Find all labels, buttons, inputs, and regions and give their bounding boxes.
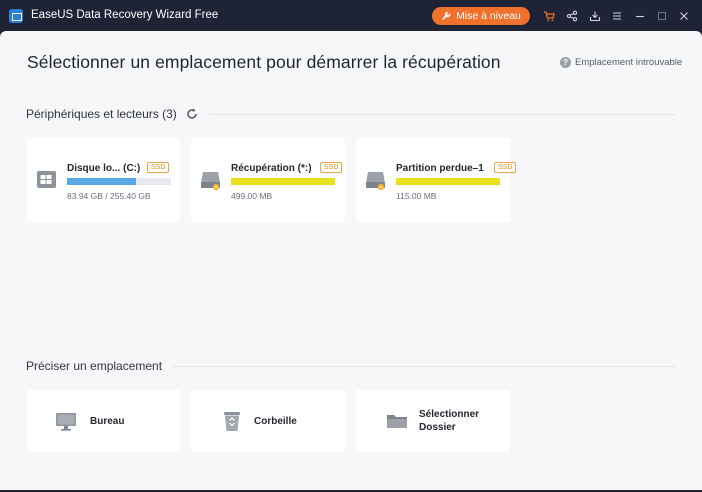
drive-card-recovery[interactable]: Récupération (*:) SSD 499.00 MB xyxy=(191,138,345,222)
monitor-icon xyxy=(56,413,76,431)
app-title: EaseUS Data Recovery Wizard Free xyxy=(31,9,219,21)
download-icon[interactable] xyxy=(589,10,601,22)
hard-drive-icon xyxy=(201,172,220,190)
cart-icon[interactable] xyxy=(543,10,555,22)
title-bar: EaseUS Data Recovery Wizard Free Mise à … xyxy=(0,0,702,31)
upgrade-button[interactable]: Mise à niveau xyxy=(432,7,530,25)
drive-usage: 115.00 MB xyxy=(396,191,437,201)
usage-bar xyxy=(396,178,500,185)
section-divider xyxy=(210,114,676,115)
usage-bar-fill xyxy=(396,178,500,185)
drive-card-lost-partition[interactable]: Partition perdue–1 SSD 115.00 MB xyxy=(356,138,517,222)
folder-icon xyxy=(387,415,407,428)
usage-bar xyxy=(231,178,335,185)
page-title: Sélectionner un emplacement pour démarre… xyxy=(27,52,501,72)
location-not-found-link[interactable]: ? Emplacement introuvable xyxy=(560,57,682,68)
location-card-select-folder[interactable]: Sélectionner Dossier xyxy=(356,390,510,452)
drive-name: Partition perdue–1 xyxy=(396,163,484,174)
drive-card-c[interactable]: Disque lo... (C:) SSD 83.94 GB / 255.40 … xyxy=(27,138,180,222)
main-panel: Sélectionner un emplacement pour démarre… xyxy=(0,31,702,490)
menu-icon[interactable] xyxy=(611,10,623,22)
drive-name: Disque lo... (C:) xyxy=(67,163,141,174)
ssd-badge: SSD xyxy=(147,162,170,173)
upgrade-button-label: Mise à niveau xyxy=(456,10,521,22)
ssd-badge: SSD xyxy=(320,162,343,173)
drive-usage: 83.94 GB / 255.40 GB xyxy=(67,191,151,201)
app-logo-icon xyxy=(9,9,23,23)
devices-section-title: Périphériques et lecteurs (3) xyxy=(26,107,177,121)
drive-name: Récupération (*:) xyxy=(231,163,312,174)
location-label: Corbeille xyxy=(254,416,297,427)
ssd-badge: SSD xyxy=(494,162,517,173)
location-label: Sélectionner Dossier xyxy=(419,409,480,433)
wrench-icon xyxy=(442,11,451,20)
section-divider xyxy=(172,366,676,367)
maximize-icon[interactable] xyxy=(656,10,668,22)
help-icon: ? xyxy=(560,57,571,68)
location-card-recycle-bin[interactable]: Corbeille xyxy=(191,390,345,452)
recycle-bin-icon xyxy=(224,412,240,431)
location-label: Bureau xyxy=(90,416,125,427)
locations-section-title: Préciser un emplacement xyxy=(26,359,163,373)
usage-bar-fill xyxy=(231,178,335,185)
close-icon[interactable] xyxy=(678,10,690,22)
minimize-icon[interactable] xyxy=(634,10,646,22)
usage-bar xyxy=(67,178,171,185)
windows-drive-icon xyxy=(37,171,56,188)
refresh-icon[interactable] xyxy=(185,107,199,121)
drive-usage: 499.00 MB xyxy=(231,191,273,201)
hard-drive-icon xyxy=(366,172,385,190)
location-not-found-label: Emplacement introuvable xyxy=(575,57,683,68)
location-card-desktop[interactable]: Bureau xyxy=(27,390,180,452)
usage-bar-fill xyxy=(67,178,136,185)
share-icon[interactable] xyxy=(566,10,578,22)
